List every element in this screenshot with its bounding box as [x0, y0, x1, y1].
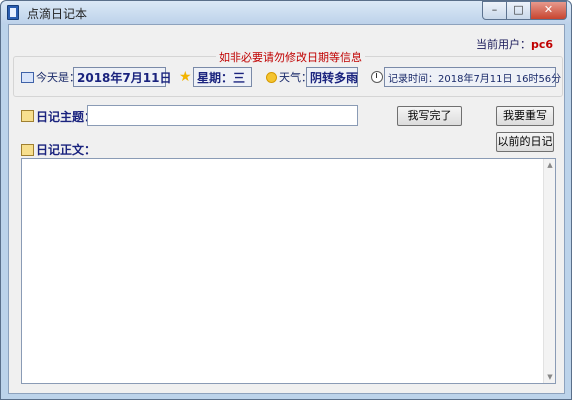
today-label: 今天是： — [21, 67, 80, 87]
record-time-label-text: 记录时间： — [388, 73, 438, 85]
close-button[interactable]: ✕ — [530, 1, 567, 20]
app-icon — [7, 5, 19, 20]
weekday-field[interactable]: 星期：三 — [193, 67, 252, 87]
weekday-label-text: 星期： — [197, 70, 234, 85]
subject-input[interactable] — [87, 105, 358, 126]
calendar-icon — [21, 71, 34, 83]
window-title: 点滴日记本 — [27, 7, 88, 21]
subject-label: 日记主题： — [21, 106, 96, 126]
sun-icon — [266, 71, 277, 83]
done-button[interactable]: 我写完了 — [397, 106, 462, 126]
current-user: 当前用户：pc6 — [476, 36, 553, 52]
star-icon: ★ — [179, 69, 192, 85]
note-icon — [21, 143, 34, 156]
scroll-up-icon[interactable]: ▲ — [545, 160, 555, 170]
previous-diaries-button[interactable]: 以前的日记 — [496, 132, 554, 152]
note-icon — [21, 110, 34, 122]
record-time-label — [371, 67, 385, 87]
diary-body-textarea[interactable]: ▲ ▼ — [21, 158, 556, 384]
body-label-text: 日记正文： — [36, 143, 97, 157]
title-bar[interactable]: 点滴日记本 – □ ✕ — [1, 1, 571, 24]
client-area: 当前用户：pc6 如非必要请勿修改日期等信息 今天是： 2018年7月11日 ★… — [8, 24, 565, 394]
clock-icon — [371, 71, 383, 83]
scroll-down-icon[interactable]: ▼ — [545, 372, 555, 382]
date-warning-legend: 如非必要请勿修改日期等信息 — [216, 49, 365, 65]
today-date-field[interactable]: 2018年7月11日 — [73, 67, 171, 87]
app-window: 点滴日记本 – □ ✕ 当前用户：pc6 如非必要请勿修改日期等信息 今天是： … — [0, 0, 572, 400]
rewrite-button[interactable]: 我要重写 — [496, 106, 554, 126]
record-time-field[interactable]: 记录时间： 2018年7月11日 16时56分 — [384, 67, 561, 87]
weather-field[interactable]: 阴转多雨 — [306, 67, 358, 87]
minimize-button[interactable]: – — [482, 1, 507, 20]
record-time-value: 2018年7月11日 16时56分 — [438, 73, 562, 85]
weekday-label: ★ — [179, 67, 194, 87]
vertical-scrollbar[interactable]: ▲ ▼ — [543, 159, 555, 383]
body-label: 日记正文： — [21, 141, 96, 158]
current-user-name: pc6 — [531, 38, 554, 51]
current-user-label: 当前用户： — [476, 38, 531, 51]
maximize-button[interactable]: □ — [506, 1, 531, 20]
weekday-value: 三 — [233, 70, 246, 85]
